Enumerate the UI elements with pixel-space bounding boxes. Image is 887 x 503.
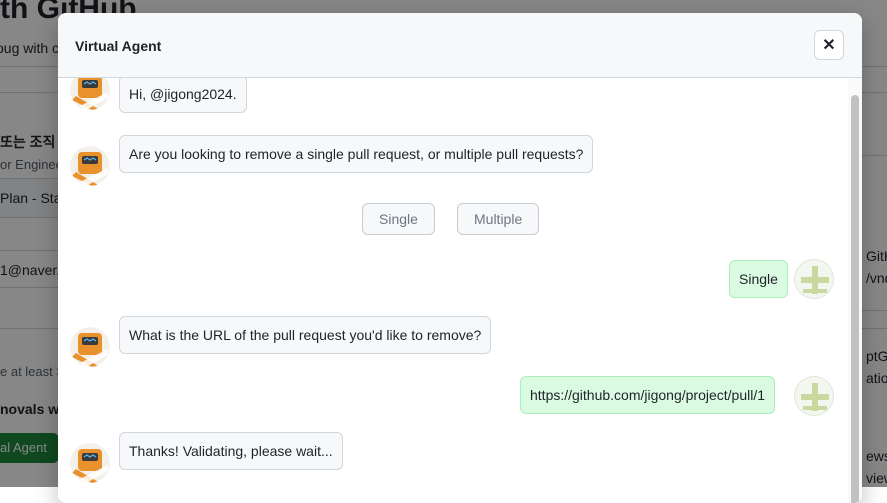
- robot-icon: [70, 327, 110, 367]
- bot-avatar: [70, 78, 110, 110]
- user-message: https://github.com/jigong/project/pull/1: [520, 376, 776, 414]
- bot-message: Are you looking to remove a single pull …: [119, 135, 594, 173]
- user-avatar: [794, 376, 834, 416]
- close-icon: ✕: [822, 37, 836, 54]
- bot-avatar: [70, 327, 110, 367]
- robot-icon: [70, 78, 110, 110]
- user-avatar: [794, 259, 834, 299]
- close-button[interactable]: ✕: [814, 30, 844, 60]
- user-message: Single: [729, 260, 788, 298]
- bot-message: What is the URL of the pull request you'…: [119, 316, 492, 354]
- choice-single-button[interactable]: Single: [362, 203, 435, 235]
- dialog-title: Virtual Agent: [75, 38, 162, 54]
- bot-avatar: [70, 443, 110, 483]
- robot-icon: [70, 443, 110, 483]
- identicon-icon: [801, 383, 829, 411]
- identicon-icon: [801, 266, 829, 294]
- scrollbar-thumb[interactable]: [851, 95, 859, 503]
- choice-multiple-button[interactable]: Multiple: [457, 203, 540, 235]
- virtual-agent-dialog: Virtual Agent ✕ Hi, @jigong2024. Are you…: [58, 13, 862, 503]
- bot-message: Thanks! Validating, please wait...: [119, 432, 343, 470]
- bot-avatar: [70, 146, 110, 186]
- dialog-header: Virtual Agent ✕: [58, 13, 862, 78]
- robot-icon: [70, 146, 110, 186]
- bot-message: Hi, @jigong2024.: [119, 78, 247, 113]
- chat-log: Hi, @jigong2024. Are you looking to remo…: [58, 78, 848, 503]
